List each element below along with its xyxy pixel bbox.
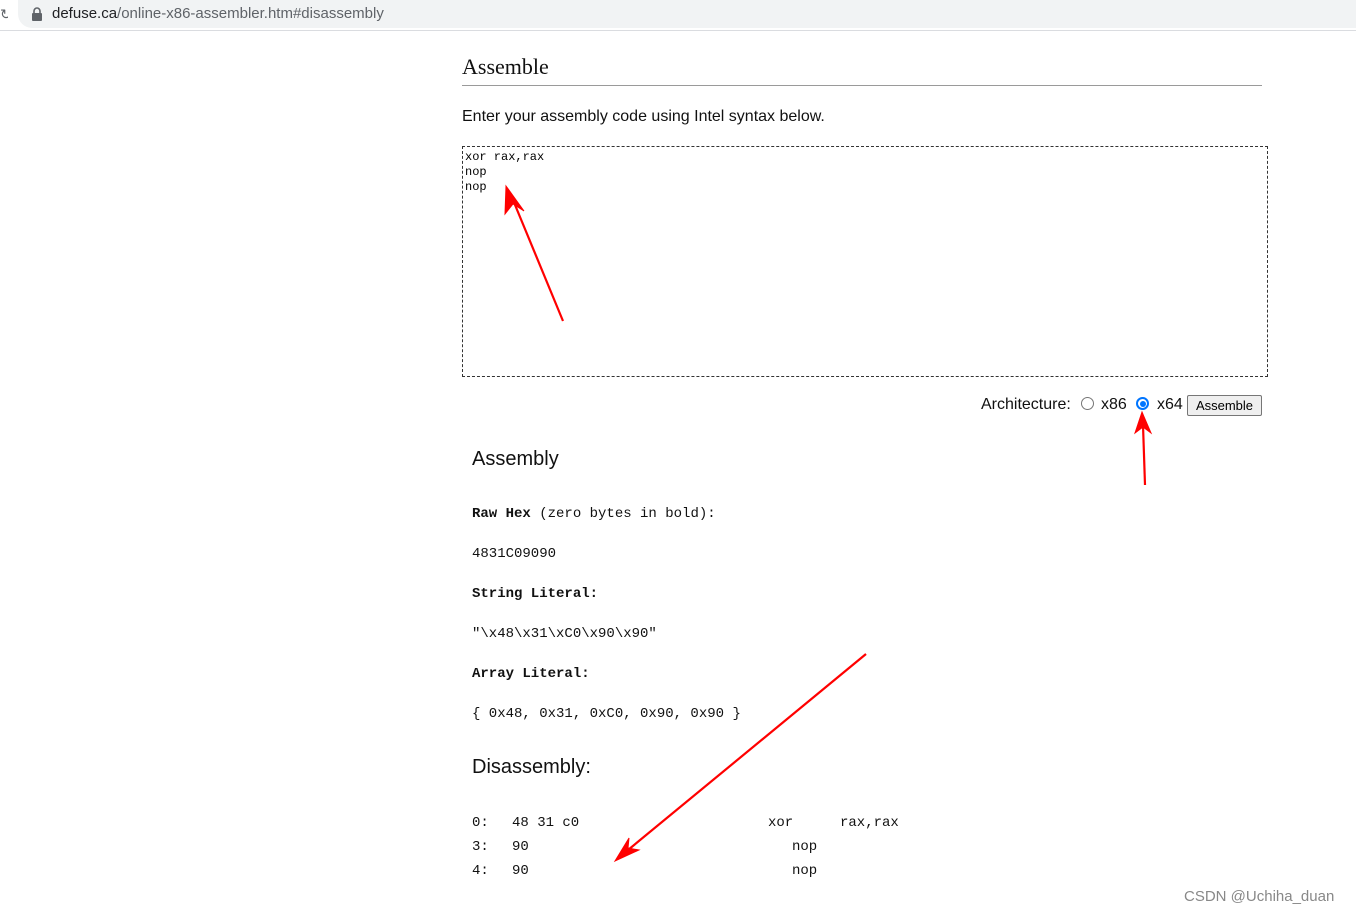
page-title: Assemble xyxy=(462,54,549,79)
title-divider xyxy=(462,85,1262,86)
browser-toolbar: ↻ defuse.ca/online-x86-assembler.htm#dis… xyxy=(0,0,1356,31)
arch-label-x64: x64 xyxy=(1157,396,1183,413)
array-literal-value: { 0x48, 0x31, 0xC0, 0x90, 0x90 } xyxy=(472,706,741,722)
dis-offset: 3: xyxy=(472,839,489,855)
dis-mnemonic: xor xyxy=(768,815,794,831)
dis-mnemonic: nop xyxy=(792,863,818,879)
string-literal-title: String Literal: xyxy=(472,586,599,602)
lock-icon xyxy=(32,7,42,21)
dis-offset: 0: xyxy=(472,815,489,831)
string-literal-label: String Literal: xyxy=(472,585,598,603)
disassembly-row: 0: 48 31 c0 xor rax,rax xyxy=(472,814,952,832)
raw-hex-value: 4831C09090 xyxy=(472,546,557,562)
reload-icon[interactable]: ↻ xyxy=(0,5,8,23)
arch-radio-x64[interactable] xyxy=(1136,397,1149,410)
string-literal-value: "\x48\x31\xC0\x90\x90" xyxy=(472,626,657,642)
dis-bytes: 90 xyxy=(512,839,529,855)
disassembly-row: 4: 90 nop xyxy=(472,862,952,880)
url-text[interactable]: defuse.ca/online-x86-assembler.htm#disas… xyxy=(52,5,384,23)
assembly-heading: Assembly xyxy=(472,448,559,470)
url-path: /online-x86-assembler.htm#disassembly xyxy=(117,5,384,22)
assemble-button[interactable]: Assemble xyxy=(1187,395,1262,416)
url-host: defuse.ca xyxy=(52,5,118,22)
instructions-text: Enter your assembly code using Intel syn… xyxy=(462,108,825,125)
architecture-label: Architecture: xyxy=(981,396,1071,413)
dis-operands: rax,rax xyxy=(840,815,899,831)
array-literal-title: Array Literal: xyxy=(472,666,590,682)
raw-hex-note: (zero bytes in bold): xyxy=(530,506,716,522)
dis-offset: 4: xyxy=(472,863,489,879)
disassembly-heading: Disassembly: xyxy=(472,756,591,778)
annotation-arrows xyxy=(504,184,1153,863)
disassembly-row: 3: 90 nop xyxy=(472,838,952,856)
raw-hex-label: Raw Hex (zero bytes in bold): xyxy=(472,505,716,523)
arch-label-x86: x86 xyxy=(1101,396,1127,413)
dis-mnemonic: nop xyxy=(792,839,818,855)
dis-bytes: 90 xyxy=(512,863,529,879)
watermark: CSDN @Uchiha_duan xyxy=(1184,888,1335,905)
array-literal-label: Array Literal: xyxy=(472,665,590,683)
arrow-to-x64-head xyxy=(1134,410,1153,435)
raw-hex-title: Raw Hex xyxy=(472,506,531,522)
arrow-to-x64-line xyxy=(1141,424,1147,486)
dis-bytes: 48 31 c0 xyxy=(512,815,580,831)
assembly-code-input[interactable]: xor rax,rax nop nop xyxy=(462,146,1268,377)
arch-radio-x86[interactable] xyxy=(1081,397,1094,410)
